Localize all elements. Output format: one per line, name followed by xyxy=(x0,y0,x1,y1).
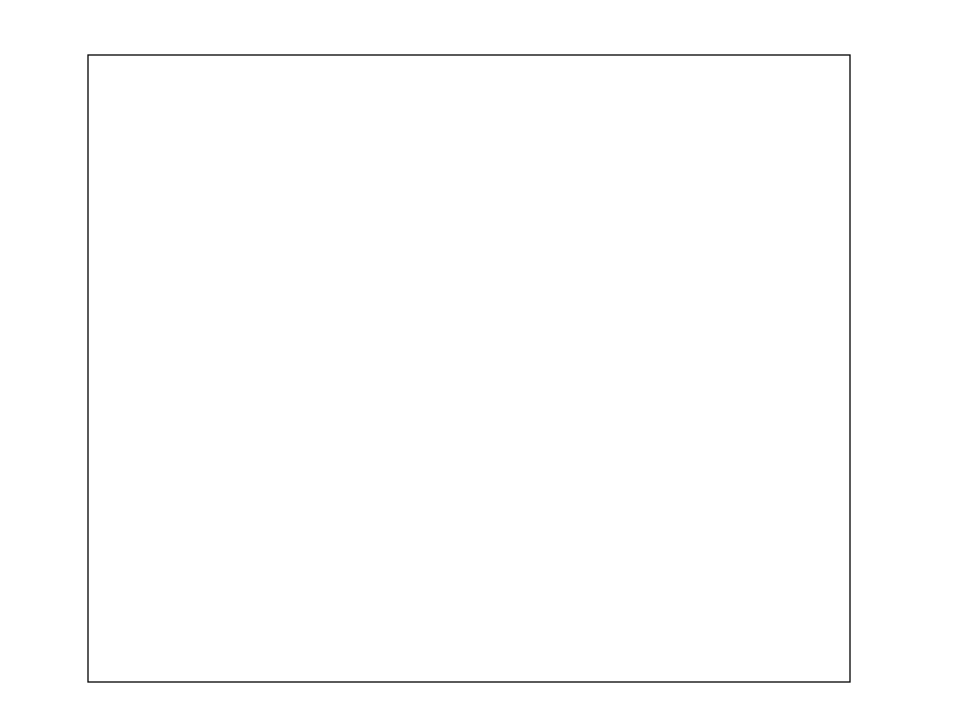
chart-canvas xyxy=(87,54,851,683)
chart-page xyxy=(0,0,960,720)
plot-border xyxy=(87,54,851,683)
